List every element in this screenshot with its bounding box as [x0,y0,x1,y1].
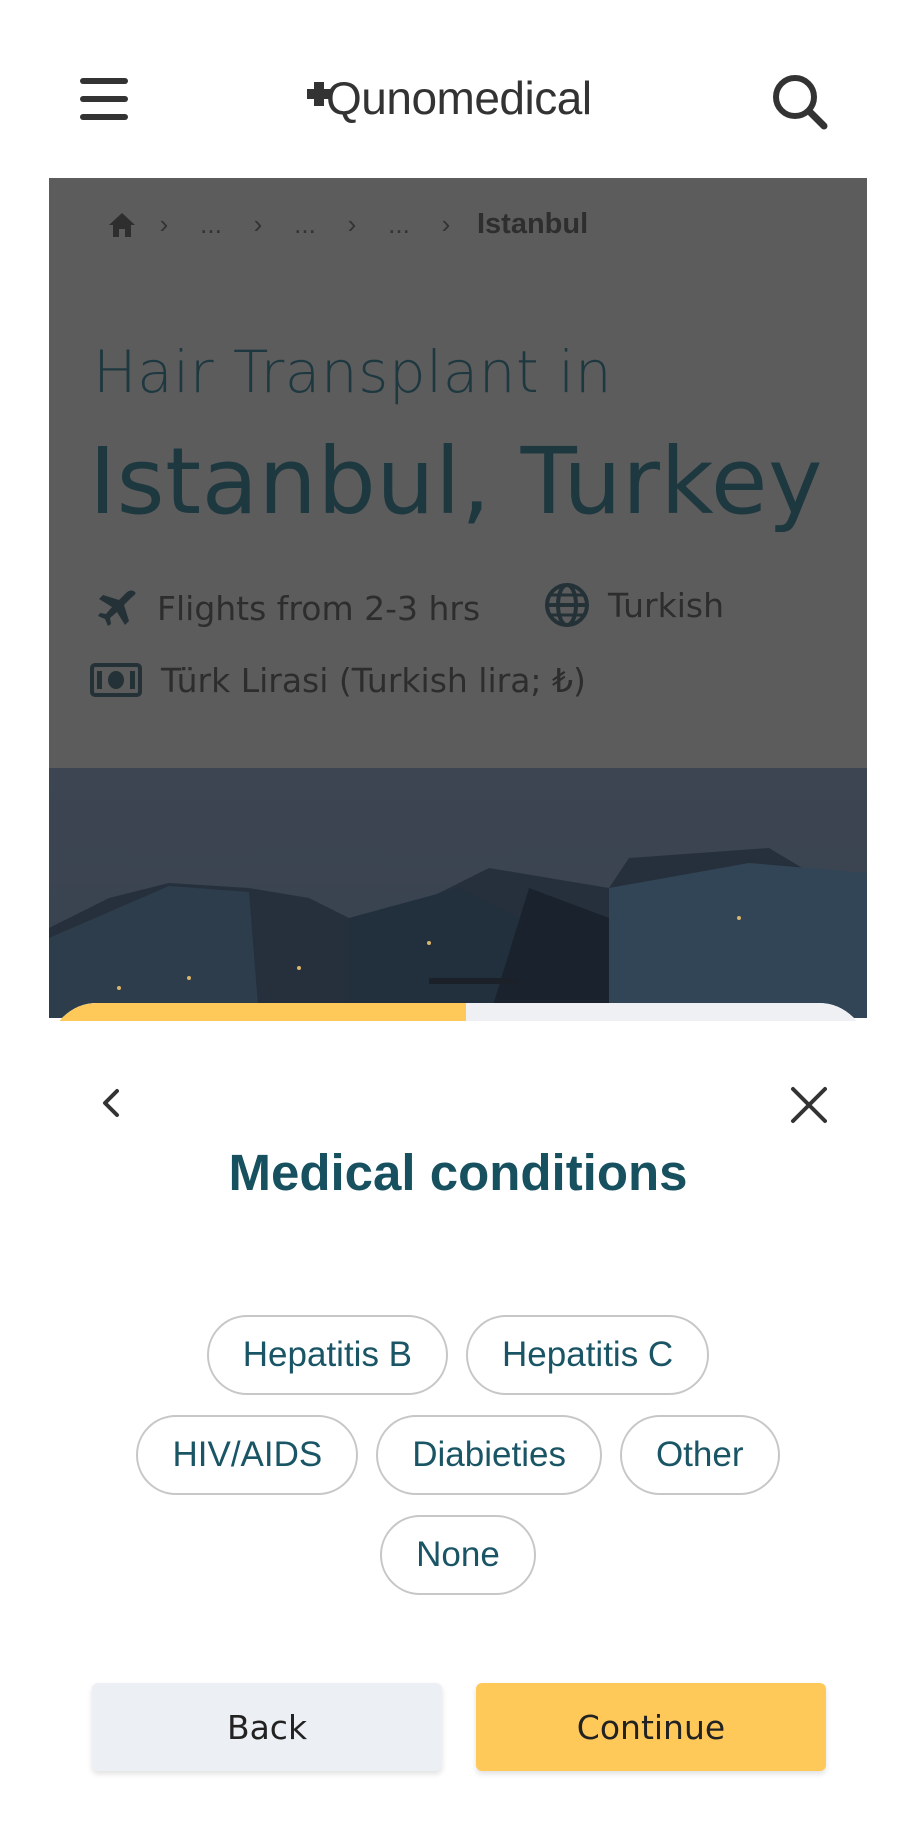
fact-language-text: Turkish [608,585,725,625]
chip-hepatitis-c[interactable]: Hepatitis C [466,1315,710,1395]
breadcrumb-current: Istanbul [477,208,589,240]
condition-options: Hepatitis B Hepatitis C HIV/AIDS Diabiet… [49,1315,867,1615]
chip-diabeties[interactable]: Diabieties [376,1415,602,1495]
hero-subtitle: Hair Transplant in [93,338,613,406]
site-header: Qunomedical [0,0,918,178]
destination-hero: › ... › ... › ... › Istanbul Hair Transp… [49,178,867,1018]
chip-row: HIV/AIDS Diabieties Other [49,1415,867,1495]
chip-hiv-aids[interactable]: HIV/AIDS [136,1415,359,1495]
chip-row: None [49,1515,867,1595]
breadcrumb: › ... › ... › ... › Istanbul [107,208,588,241]
chevron-right-icon: › [253,209,263,239]
logo-text: Qunomedical [326,72,592,124]
breadcrumb-item[interactable]: ... [379,209,419,240]
site-logo[interactable]: Qunomedical [306,68,592,128]
chip-hepatitis-b[interactable]: Hepatitis B [206,1315,449,1395]
breadcrumb-item[interactable]: ... [285,209,325,240]
close-icon[interactable] [787,1083,831,1127]
money-icon [90,663,142,697]
chevron-right-icon: › [441,209,451,239]
chevron-right-icon: › [159,209,169,239]
airplane-icon [98,590,136,626]
fact-flights: Flights from 2-3 hrs [95,586,480,630]
fact-language: Turkish [544,582,724,628]
search-icon[interactable] [770,72,830,132]
chip-row: Hepatitis B Hepatitis C [49,1315,867,1395]
progress-bar [49,1003,867,1021]
progress-bar-fill [49,1003,467,1021]
hamburger-menu-icon[interactable] [80,78,130,124]
modal-title: Medical conditions [228,1144,688,1201]
hero-title: Istanbul, Turkey [89,428,823,535]
home-icon [109,212,135,237]
breadcrumb-item[interactable]: ... [191,209,231,240]
breadcrumb-home[interactable] [107,211,137,239]
fact-currency: Türk Lirasi (Turkish lira; ₺) [89,660,586,700]
continue-button[interactable]: Continue [476,1683,826,1771]
medical-conditions-modal: Medical conditions Hepatitis B Hepatitis… [49,1003,867,1836]
globe-icon [545,583,589,627]
back-button[interactable]: Back [92,1683,442,1771]
chevron-left-icon[interactable] [93,1083,133,1123]
chip-none[interactable]: None [380,1515,536,1595]
fact-flights-text: Flights from 2-3 hrs [157,588,481,628]
city-building-image [49,848,867,1018]
chevron-right-icon: › [347,209,357,239]
chip-other[interactable]: Other [619,1415,780,1495]
hero-image [49,768,867,1018]
page: Qunomedical › ... › ... › ... › Istanbul [0,0,918,1836]
fact-currency-text: Türk Lirasi (Turkish lira; ₺) [161,660,586,700]
